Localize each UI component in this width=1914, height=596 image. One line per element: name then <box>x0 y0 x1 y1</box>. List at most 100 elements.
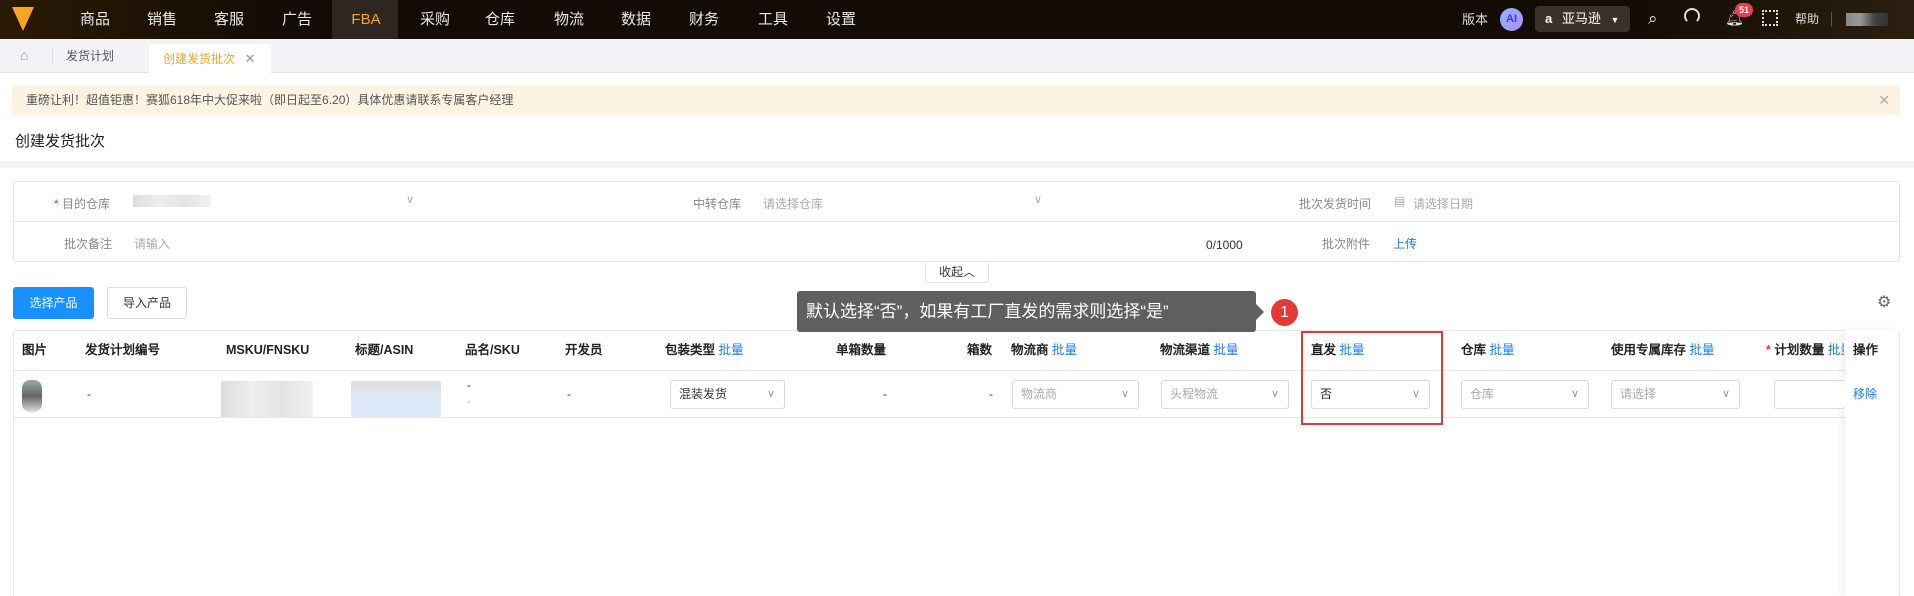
batch-link[interactable]: 批量 <box>1214 343 1239 357</box>
developer-cell: - <box>567 387 571 401</box>
chevron-down-icon: ∨ <box>1721 388 1730 400</box>
msku-cell[interactable] <box>221 381 313 417</box>
nav-item-data[interactable]: 数据 <box>621 0 651 39</box>
nav-item-logistics[interactable]: 物流 <box>554 0 584 39</box>
sku-cell: - <box>467 396 471 408</box>
chevron-down-icon[interactable]: ∨ <box>406 193 414 206</box>
batch-link[interactable]: 批量 <box>1052 343 1077 357</box>
tooltip-arrow <box>1256 304 1264 320</box>
close-icon[interactable]: ✕ <box>245 51 256 66</box>
section-separator <box>0 161 1914 168</box>
collapse-button[interactable]: 收起︿ <box>925 263 989 283</box>
col-header-developer: 开发员 <box>565 343 603 357</box>
divider <box>14 221 1899 222</box>
nav-item-ads[interactable]: 广告 <box>282 0 312 39</box>
attachment-label: 批次附件 <box>1322 237 1371 251</box>
channel-select[interactable]: 头程物流 ∨ <box>1161 380 1289 409</box>
promo-banner: 重磅让利！超值钜惠！赛狐618年中大促来啦（即日起至6.20）具体优惠请联系专属… <box>12 85 1900 115</box>
nav-item-goods[interactable]: 商品 <box>80 0 110 39</box>
ship-date-input[interactable]: 请选择日期 <box>1413 195 1473 212</box>
settings-gear-icon[interactable]: ⚙ <box>1877 292 1891 312</box>
nav-item-fba[interactable]: FBA <box>351 0 380 39</box>
home-icon[interactable]: ⌂ <box>20 47 28 63</box>
chevron-down-icon[interactable]: ∨ <box>1034 193 1042 206</box>
transit-warehouse-label: 中转仓库 <box>693 197 742 211</box>
name-cell: - <box>467 378 471 392</box>
banner-text: 重磅让利！超值钜惠！赛狐618年中大促来啦（即日起至6.20）具体优惠请联系专属… <box>26 93 514 107</box>
dest-warehouse-value[interactable] <box>133 195 211 207</box>
col-header-warehouse: 仓库 批量 <box>1461 343 1515 357</box>
ai-icon[interactable]: AI <box>1500 8 1523 31</box>
nav-item-service[interactable]: 客服 <box>214 0 244 39</box>
chevron-down-icon: ∨ <box>766 388 775 400</box>
chevron-down-icon: ∨ <box>1570 388 1579 400</box>
col-header-name-sku: 品名/SKU <box>465 343 520 357</box>
product-image[interactable] <box>22 380 42 412</box>
apps-grid-icon[interactable] <box>1762 10 1778 26</box>
divider <box>13 370 1900 371</box>
search-icon[interactable]: ⌕ <box>1648 9 1658 29</box>
tab-label: 创建发货批次 <box>163 52 236 66</box>
page-title: 创建发货批次 <box>15 133 106 150</box>
tab-create-batch[interactable]: 创建发货批次 ✕ <box>149 44 271 73</box>
col-header-carrier: 物流商 批量 <box>1011 343 1078 357</box>
tab-shipping-plan[interactable]: 发货计划 <box>66 39 114 73</box>
nav-item-sales[interactable]: 销售 <box>147 0 177 39</box>
nav-item-finance[interactable]: 财务 <box>689 0 719 39</box>
caret-down-icon: ▼ <box>1610 15 1620 25</box>
exclusive-stock-select[interactable]: 请选择 ∨ <box>1611 380 1740 409</box>
remark-label: 批次备注 <box>64 237 113 251</box>
notification-badge: 51 <box>1735 3 1754 17</box>
nav-item-purchase[interactable]: 采购 <box>420 0 450 39</box>
help-link[interactable]: 帮助 <box>1795 0 1819 39</box>
highlight-box <box>1301 331 1443 425</box>
logo-icon[interactable] <box>12 7 34 31</box>
chevron-down-icon: ∨ <box>1120 388 1129 400</box>
batch-form: * 目的仓库 ∨ 中转仓库 请选择仓库 ∨ 批次发货时间 ▤ 请选择日期 批次备… <box>13 181 1900 262</box>
user-avatar[interactable] <box>1846 13 1888 26</box>
col-header-msku[interactable]: MSKU/FNSKU <box>226 330 309 370</box>
tooltip: 默认选择“否”，如果有工厂直发的需求则选择“是” <box>797 291 1264 332</box>
warehouse-select[interactable]: 仓库 ∨ <box>1461 380 1589 409</box>
import-product-button[interactable]: 导入产品 <box>107 287 187 319</box>
close-icon[interactable]: ✕ <box>1878 85 1890 115</box>
col-header-plan-qty: * 计划数量 批量 <box>1766 330 1844 370</box>
tab-bar: ⌂ 发货计划 <box>0 39 1914 73</box>
remove-link[interactable]: 移除 <box>1853 380 1877 409</box>
remark-input[interactable]: 请输入 <box>134 235 170 252</box>
nav-item-warehouse[interactable]: 仓库 <box>485 0 515 39</box>
col-header-plan-no: 发货计划编号 <box>85 343 161 357</box>
batch-link[interactable]: 批量 <box>1690 343 1715 357</box>
col-header-boxes: 箱数 <box>967 343 993 357</box>
remark-char-count: 0/1000 <box>1206 238 1243 252</box>
col-header-pack-type: 包装类型 批量 <box>665 343 744 357</box>
marketplace-label: 亚马逊 <box>1561 11 1601 26</box>
top-nav: 商品 销售 客服 广告 FBA 采购 仓库 物流 数据 财务 工具 设置 版本 … <box>0 0 1914 39</box>
batch-link[interactable]: 批量 <box>719 343 744 357</box>
amazon-icon: a <box>1545 11 1553 26</box>
batch-link[interactable]: 批量 <box>1490 343 1515 357</box>
col-header-per-box: 单箱数量 <box>836 343 887 357</box>
transit-warehouse-select[interactable]: 请选择仓库 <box>763 195 823 212</box>
per-box-cell: - <box>883 387 887 401</box>
col-header-exclusive-stock: 使用专属库存 批量 <box>1611 343 1715 357</box>
select-product-button[interactable]: 选择产品 <box>13 287 94 319</box>
version-link[interactable]: 版本 <box>1462 0 1488 39</box>
ship-date-label: 批次发货时间 <box>1299 197 1372 211</box>
divider <box>13 417 1900 418</box>
chevron-down-icon: ∨ <box>1270 388 1279 400</box>
plan-qty-input[interactable] <box>1774 380 1845 409</box>
batch-link[interactable]: 批量 <box>1828 343 1844 357</box>
title-asin-cell[interactable] <box>351 381 441 417</box>
headset-icon[interactable] <box>1684 8 1700 24</box>
carrier-select[interactable]: 物流商 ∨ <box>1012 380 1139 409</box>
divider <box>52 49 53 63</box>
plan-no-cell: - <box>87 387 91 401</box>
upload-link[interactable]: 上传 <box>1393 235 1417 252</box>
nav-item-tools[interactable]: 工具 <box>758 0 788 39</box>
pack-type-select[interactable]: 混装发货 ∨ <box>670 380 785 409</box>
nav-item-settings[interactable]: 设置 <box>826 0 856 39</box>
col-header-title: 标题/ASIN <box>355 343 414 357</box>
marketplace-select[interactable]: a 亚马逊 ▼ <box>1535 6 1630 32</box>
boxes-cell: - <box>989 387 993 401</box>
